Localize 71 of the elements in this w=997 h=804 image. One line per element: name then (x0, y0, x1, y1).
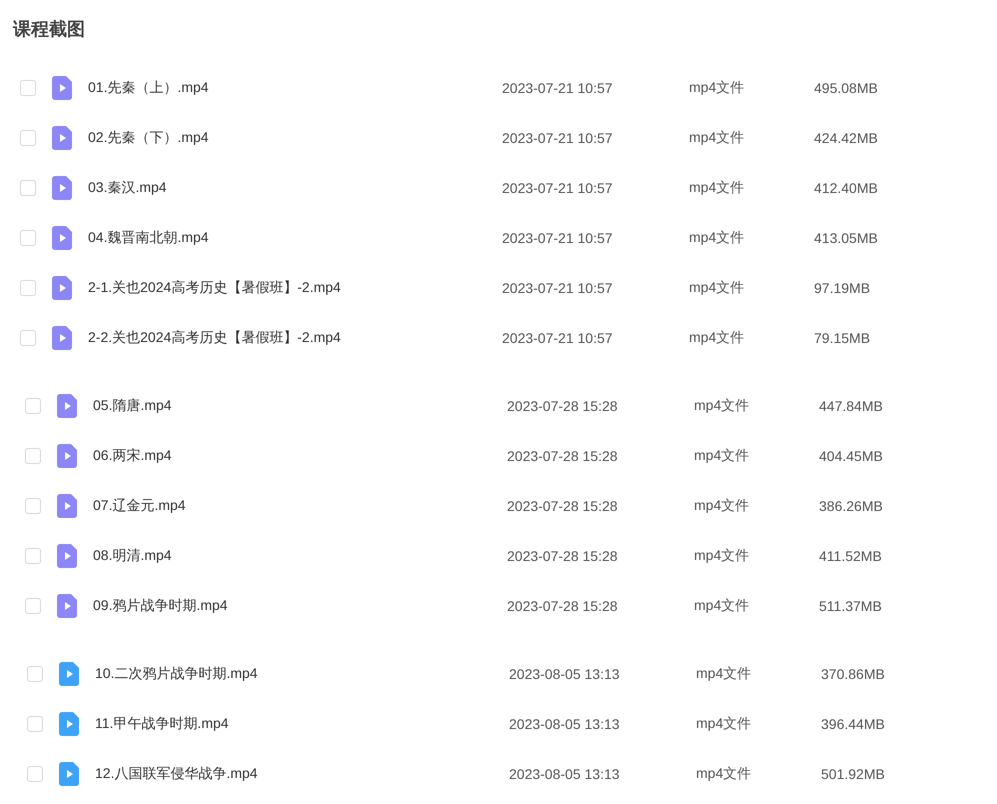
file-type: mp4文件 (696, 715, 752, 733)
file-type: mp4文件 (694, 597, 750, 615)
page-title: 课程截图 (12, 18, 86, 41)
file-size: 386.26MB (819, 498, 883, 514)
file-name[interactable]: 01.先秦（上）.mp4 (88, 79, 502, 97)
file-date: 2023-07-21 10:57 (502, 180, 614, 196)
checkbox[interactable] (20, 180, 36, 196)
file-size: 396.44MB (821, 716, 885, 732)
file-type: mp4文件 (694, 447, 750, 465)
file-type: mp4文件 (689, 179, 746, 197)
checkbox[interactable] (25, 398, 41, 414)
file-size: 495.08MB (814, 80, 878, 96)
file-name[interactable]: 02.先秦（下）.mp4 (88, 129, 502, 147)
file-date: 2023-07-28 15:28 (507, 598, 619, 614)
file-name[interactable]: 10.二次鸦片战争时期.mp4 (95, 665, 509, 683)
file-date: 2023-07-28 15:28 (507, 398, 619, 414)
file-name[interactable]: 06.两宋.mp4 (93, 447, 507, 465)
file-date: 2023-07-21 10:57 (502, 330, 614, 346)
file-type: mp4文件 (689, 79, 746, 97)
file-type: mp4文件 (694, 497, 750, 515)
file-date: 2023-07-28 15:28 (507, 498, 619, 514)
checkbox[interactable] (20, 230, 36, 246)
checkbox[interactable] (27, 716, 43, 732)
file-size: 370.86MB (821, 666, 885, 682)
file-name[interactable]: 09.鸦片战争时期.mp4 (93, 597, 507, 615)
file-size: 447.84MB (819, 398, 883, 414)
file-size: 511.37MB (819, 598, 882, 614)
file-size: 412.40MB (814, 180, 878, 196)
file-size: 411.52MB (819, 548, 882, 564)
file-name[interactable]: 05.隋唐.mp4 (93, 397, 507, 415)
file-type: mp4文件 (696, 765, 752, 783)
file-date: 2023-07-21 10:57 (502, 230, 614, 246)
file-date: 2023-08-05 13:13 (509, 766, 621, 782)
file-name[interactable]: 03.秦汉.mp4 (88, 179, 502, 197)
file-size: 97.19MB (814, 280, 870, 296)
file-type: mp4文件 (689, 129, 746, 147)
file-name[interactable]: 11.甲午战争时期.mp4 (95, 715, 509, 733)
file-type: mp4文件 (689, 329, 746, 347)
file-type: mp4文件 (689, 279, 746, 297)
file-size: 501.92MB (821, 766, 885, 782)
file-date: 2023-07-21 10:57 (502, 130, 614, 146)
checkbox[interactable] (20, 130, 36, 146)
file-date: 2023-08-05 13:13 (509, 666, 621, 682)
file-size: 404.45MB (819, 448, 883, 464)
file-date: 2023-08-05 13:13 (509, 716, 621, 732)
checkbox[interactable] (20, 80, 36, 96)
checkbox[interactable] (25, 448, 41, 464)
file-date: 2023-07-21 10:57 (502, 80, 614, 96)
file-size: 424.42MB (814, 130, 878, 146)
checkbox[interactable] (20, 280, 36, 296)
file-date: 2023-07-28 15:28 (507, 548, 619, 564)
checkbox[interactable] (27, 666, 43, 682)
checkbox[interactable] (25, 498, 41, 514)
file-name[interactable]: 08.明清.mp4 (93, 547, 507, 565)
file-name[interactable]: 2-2.关也2024高考历史【暑假班】-2.mp4 (88, 329, 502, 347)
checkbox[interactable] (25, 548, 41, 564)
file-date: 2023-07-28 15:28 (507, 448, 619, 464)
checkbox[interactable] (25, 598, 41, 614)
checkbox[interactable] (20, 330, 36, 346)
file-date: 2023-07-21 10:57 (502, 280, 614, 296)
checkbox[interactable] (27, 766, 43, 782)
file-name[interactable]: 12.八国联军侵华战争.mp4 (95, 765, 509, 783)
file-type: mp4文件 (689, 229, 746, 247)
file-size: 79.15MB (814, 330, 870, 346)
file-name[interactable]: 04.魏晋南北朝.mp4 (88, 229, 502, 247)
file-name[interactable]: 2-1.关也2024高考历史【暑假班】-2.mp4 (88, 279, 502, 297)
file-type: mp4文件 (696, 665, 752, 683)
file-size: 413.05MB (814, 230, 878, 246)
file-type: mp4文件 (694, 547, 750, 565)
file-type: mp4文件 (694, 397, 750, 415)
file-name[interactable]: 07.辽金元.mp4 (93, 497, 507, 515)
